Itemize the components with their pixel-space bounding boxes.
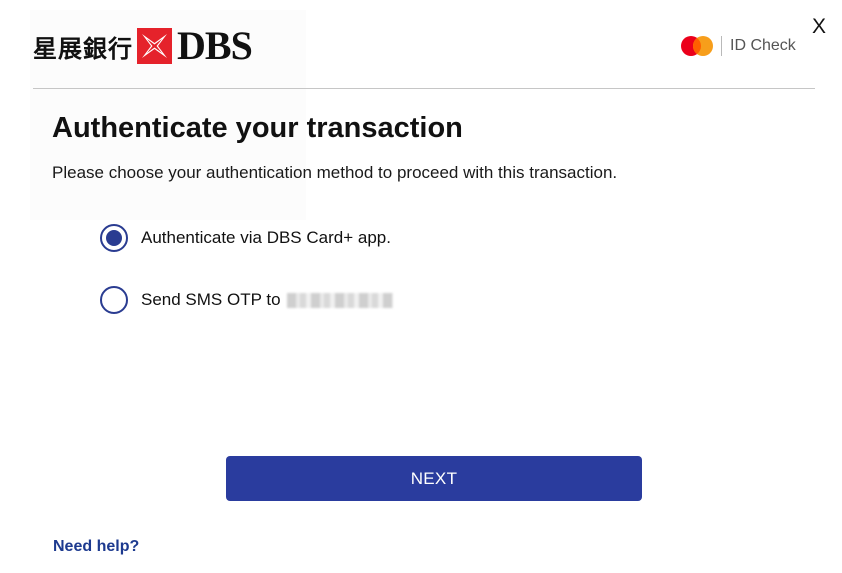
need-help-link[interactable]: Need help? xyxy=(53,538,139,556)
page-subtitle: Please choose your authentication method… xyxy=(52,163,618,182)
dbs-logo: 星展銀行 DBS xyxy=(33,23,253,68)
option-sms-otp-label: Send SMS OTP to xyxy=(141,290,281,309)
masked-phone-number xyxy=(286,292,393,308)
option-card-app[interactable]: Authenticate via DBS Card+ app. xyxy=(100,224,391,252)
option-card-app-label: Authenticate via DBS Card+ app. xyxy=(141,228,391,247)
radio-selected-dot xyxy=(106,230,122,246)
next-button[interactable]: NEXT xyxy=(226,456,642,501)
header-divider xyxy=(33,88,815,89)
logo-brand-text: DBS xyxy=(177,23,253,68)
logo-chinese-text: 星展銀行 xyxy=(33,33,133,63)
radio-sms-otp[interactable] xyxy=(100,286,128,314)
id-check-label: ID Check xyxy=(730,37,796,54)
page-title: Authenticate your transaction xyxy=(52,112,463,144)
radio-card-app[interactable] xyxy=(100,224,128,252)
option-sms-otp[interactable]: Send SMS OTP to xyxy=(100,286,393,314)
id-check-badge: ID Check xyxy=(679,34,796,58)
dbs-star-mark-icon xyxy=(137,28,172,64)
id-check-divider xyxy=(721,36,722,56)
mastercard-icon xyxy=(681,36,713,56)
close-icon[interactable]: X xyxy=(812,16,826,37)
